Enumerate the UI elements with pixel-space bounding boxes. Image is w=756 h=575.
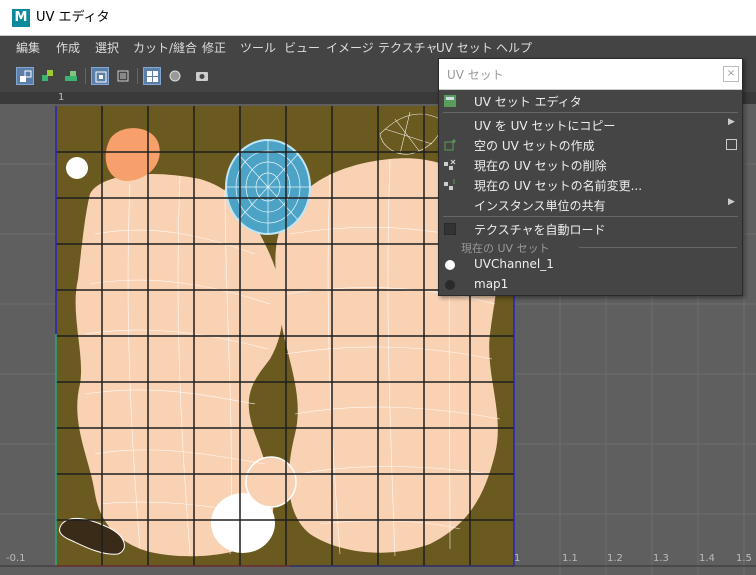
- section-label-current-uv-set: 現在の UV セット: [461, 242, 550, 255]
- window-title-bar: M UV エディタ: [0, 0, 756, 36]
- option-box-icon[interactable]: [726, 139, 737, 150]
- menu-help[interactable]: ヘルプ: [496, 40, 532, 56]
- menu-item-delete-uv-set[interactable]: 現在の UV セットの削除: [439, 155, 742, 175]
- uv-sets-menu-title: UV セット: [447, 68, 504, 82]
- axis-label: 1.5: [736, 553, 752, 564]
- uv-sets-menu: UV セット × UV セット エディタ UV を UV セットにコピー ▶ 空…: [438, 58, 743, 296]
- menu-create[interactable]: 作成: [56, 40, 80, 56]
- menu-item-copy-uvs[interactable]: UV を UV セットにコピー ▶: [439, 115, 742, 135]
- delete-uv-set-icon: [444, 159, 456, 171]
- submenu-arrow-icon: ▶: [728, 117, 735, 127]
- menu-item-uv-set-editor[interactable]: UV セット エディタ: [439, 91, 742, 111]
- maya-logo-icon: M: [12, 9, 30, 27]
- menu-textures[interactable]: テクスチャ: [378, 40, 438, 56]
- axis-label: 1: [514, 553, 521, 564]
- ruler-label: 1: [58, 92, 65, 103]
- close-icon[interactable]: ×: [723, 66, 739, 82]
- shaded-uv-icon[interactable]: [166, 67, 184, 85]
- menu-item-per-instance-sharing[interactable]: インスタンス単位の共有 ▶: [439, 195, 742, 215]
- axis-label: 1.2: [607, 553, 623, 564]
- menu-uv-sets[interactable]: UV セット: [436, 40, 493, 56]
- menu-tools[interactable]: ツール: [240, 40, 276, 56]
- menu-item-map1[interactable]: map1: [439, 275, 742, 295]
- rename-uv-set-icon: [444, 179, 456, 191]
- uv-shell-tile-icon[interactable]: [62, 67, 80, 85]
- window-title: UV エディタ: [36, 10, 110, 25]
- auto-load-texture-icon: [443, 222, 457, 236]
- menu-separator: [443, 216, 738, 217]
- menu-image[interactable]: イメージ: [326, 40, 374, 56]
- display-grid-icon[interactable]: [91, 67, 109, 85]
- snapshot-icon[interactable]: [193, 67, 211, 85]
- menu-item-create-empty-uv-set[interactable]: 空の UV セットの作成: [439, 135, 742, 155]
- display-frame-icon[interactable]: [114, 67, 132, 85]
- radio-selected-icon: [445, 260, 455, 270]
- menu-select[interactable]: 選択: [95, 40, 119, 56]
- menu-edit[interactable]: 編集: [16, 40, 40, 56]
- axis-label: -0.1: [6, 553, 26, 564]
- create-empty-uv-set-icon: [444, 139, 456, 151]
- axis-label: 1.1: [562, 553, 578, 564]
- menu-item-rename-uv-set[interactable]: 現在の UV セットの名前変更...: [439, 175, 742, 195]
- uv-set-editor-icon: [444, 95, 456, 107]
- uv-shell-dot: [66, 157, 88, 179]
- menu-item-auto-load-texture[interactable]: テクスチャを自動ロード: [439, 219, 742, 239]
- menu-modify[interactable]: 修正: [202, 40, 226, 56]
- submenu-arrow-icon: ▶: [728, 197, 735, 207]
- menu-item-uvchannel-1[interactable]: UVChannel_1: [439, 255, 742, 275]
- menu-separator: [579, 247, 737, 248]
- uv-sets-menu-header[interactable]: UV セット ×: [439, 59, 742, 90]
- toolbar-separator: [85, 68, 86, 84]
- menu-separator: [443, 112, 738, 113]
- uv-shell-select-icon[interactable]: [16, 67, 34, 85]
- checker-map-icon[interactable]: [143, 67, 161, 85]
- menu-view[interactable]: ビュー: [284, 40, 320, 56]
- toolbar-separator: [137, 68, 138, 84]
- uv-shell-isolate-icon[interactable]: [39, 67, 57, 85]
- axis-label: 1.3: [653, 553, 669, 564]
- menu-cut-sew[interactable]: カット/縫合: [133, 40, 197, 56]
- menu-bar: 編集 作成 選択 カット/縫合 修正 ツール ビュー イメージ テクスチャ UV…: [0, 36, 756, 60]
- radio-unselected-icon: [445, 280, 455, 290]
- axis-label: 1.4: [699, 553, 715, 564]
